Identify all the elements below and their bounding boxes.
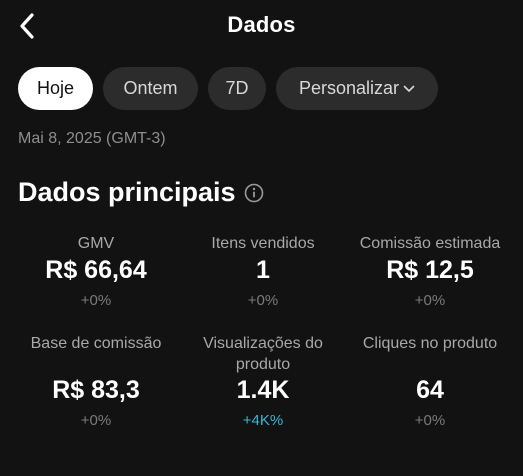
metric-product-views: Visualizações do produto 1.4K +4K% [178,333,348,433]
metric-delta: +0% [80,292,112,309]
filter-7d-chip[interactable]: 7D [208,67,266,110]
page-title: Dados [227,12,296,37]
metric-value: R$ 12,5 [386,256,474,284]
info-icon[interactable] [244,183,264,203]
section-header: Dados principais [18,177,264,208]
metric-value: R$ 66,64 [45,256,147,284]
date-label: Mai 8, 2025 (GMT-3) [18,130,166,147]
metric-label: Itens vendidos [211,235,315,252]
filter-custom-label: Personalizar [298,78,400,98]
filter-custom-chip[interactable]: Personalizar [276,67,438,110]
metric-label: Cliques no produto [362,335,498,352]
data-screen: Dados Hoje Ontem 7D Personalizar Mai 8, … [0,0,523,476]
metric-product-clicks: Cliques no produto 64 +0% [345,333,515,433]
header: Dados [0,0,523,52]
metric-estimated-commission: Comissão estimada R$ 12,5 +0% [345,233,515,313]
metric-delta: +4K% [242,412,284,429]
metric-delta: +0% [414,412,446,429]
metric-label: Comissão estimada [359,235,501,252]
metric-value: R$ 83,3 [52,376,140,404]
chevron-down-icon [403,85,415,93]
metric-value: 1.4K [236,376,290,404]
metric-delta: +0% [414,292,446,309]
filter-today-chip[interactable]: Hoje [18,67,93,110]
section-title: Dados principais [18,177,236,207]
metric-gmv: GMV R$ 66,64 +0% [11,233,181,313]
metric-label: GMV [77,235,115,252]
metric-items-sold: Itens vendidos 1 +0% [178,233,348,313]
date-filter-chips: Hoje Ontem 7D Personalizar [18,67,438,110]
metric-commission-base: Base de comissão R$ 83,3 +0% [11,333,181,433]
metric-delta: +0% [80,412,112,429]
metric-value: 1 [256,256,270,284]
metric-label: Base de comissão [30,335,162,352]
metric-label: Visualizações do produto [203,335,323,373]
metric-delta: +0% [247,292,279,309]
metric-value: 64 [416,376,444,404]
filter-yesterday-chip[interactable]: Ontem [103,67,198,110]
